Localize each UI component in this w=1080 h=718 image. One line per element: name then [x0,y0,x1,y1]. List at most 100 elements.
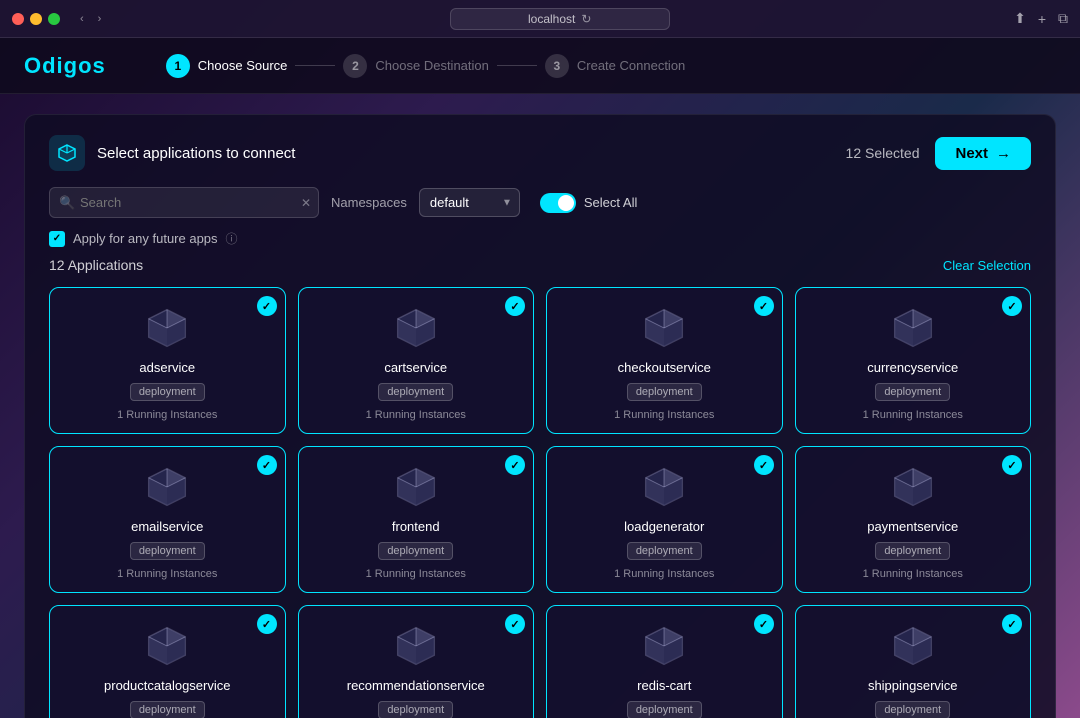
app-icon [889,304,937,352]
search-input[interactable] [49,187,319,218]
info-icon[interactable]: ⓘ [226,230,238,247]
app-card[interactable]: ✓ loadgenerator deployment 1 Running Ins… [546,446,783,593]
traffic-lights [12,13,60,25]
namespace-select[interactable]: default production staging [419,188,520,217]
app-card[interactable]: ✓ paymentservice deployment 1 Running In… [795,446,1032,593]
titlebar-right: ⬆ + ⧉ [1014,10,1068,27]
app-icon [143,463,191,511]
app-instances: 1 Running Instances [863,409,963,421]
app-card[interactable]: ✓ recommendationservice deployment 1 Run… [298,605,535,718]
selected-count: 12 Selected [846,145,920,161]
app-card[interactable]: ✓ adservice deployment 1 Running Instanc… [49,287,286,434]
app-card-checkmark: ✓ [505,455,525,475]
apps-count: 12 Applications [49,257,143,273]
step-1: 1 Choose Source [166,54,288,78]
step-2: 2 Choose Destination [343,54,488,78]
app-icon [143,622,191,670]
app-card-checkmark: ✓ [1002,455,1022,475]
titlebar: ‹ › localhost ↻ ⬆ + ⧉ [0,0,1080,38]
app-badge: deployment [378,542,453,560]
titlebar-center: localhost ↻ [113,8,1006,30]
main-panel: Select applications to connect 12 Select… [24,114,1056,718]
app-card[interactable]: ✓ currencyservice deployment 1 Running I… [795,287,1032,434]
apps-count-row: 12 Applications Clear Selection [49,257,1031,273]
toggle-container: Select All [540,193,637,213]
app-card-checkmark: ✓ [754,455,774,475]
stepper: 1 Choose Source 2 Choose Destination 3 C… [166,54,686,78]
tabs-icon[interactable]: ⧉ [1058,10,1068,27]
close-button[interactable] [12,13,24,25]
app-card-checkmark: ✓ [754,614,774,634]
app-instances: 1 Running Instances [117,409,217,421]
app-name: shippingservice [868,678,958,693]
app-card-checkmark: ✓ [754,296,774,316]
step-1-number: 1 [166,54,190,78]
app-badge: deployment [130,383,205,401]
app-instances: 1 Running Instances [614,409,714,421]
app-icon [392,304,440,352]
app-card-checkmark: ✓ [257,455,277,475]
app-card[interactable]: ✓ frontend deployment 1 Running Instance… [298,446,535,593]
new-tab-icon[interactable]: + [1038,11,1046,27]
app-badge: deployment [378,701,453,718]
app-icon [889,622,937,670]
app-badge: deployment [875,542,950,560]
app-name: redis-cart [637,678,691,693]
app-card-checkmark: ✓ [257,614,277,634]
app-card-checkmark: ✓ [257,296,277,316]
panel-header: Select applications to connect 12 Select… [49,135,1031,171]
panel-title: Select applications to connect [97,145,295,162]
panel-title-area: Select applications to connect [49,135,295,171]
app-card[interactable]: ✓ shippingservice deployment 1 Running I… [795,605,1032,718]
app-card[interactable]: ✓ redis-cart deployment 1 Running Instan… [546,605,783,718]
step-2-label: Choose Destination [375,58,488,73]
next-button[interactable]: Next → [935,137,1031,170]
step-connector-2 [497,65,537,66]
nav-controls: ‹ › [76,11,105,27]
app-name: frontend [392,519,440,534]
future-apps-checkbox[interactable]: ✓ [49,231,65,247]
app-badge: deployment [130,701,205,718]
step-1-label: Choose Source [198,58,288,73]
app-header: Odigos 1 Choose Source 2 Choose Destinat… [0,38,1080,94]
apps-grid: ✓ adservice deployment 1 Running Instanc… [49,287,1031,718]
toggle-thumb [558,195,574,211]
app-name: recommendationservice [347,678,485,693]
namespace-label: Namespaces [331,195,407,210]
step-3-label: Create Connection [577,58,685,73]
app-icon [392,622,440,670]
minimize-button[interactable] [30,13,42,25]
app-icon [889,463,937,511]
maximize-button[interactable] [48,13,60,25]
app-instances: 1 Running Instances [117,568,217,580]
back-button[interactable]: ‹ [76,11,88,27]
url-text: localhost [528,12,575,26]
app-name: paymentservice [867,519,958,534]
step-3-number: 3 [545,54,569,78]
app-card[interactable]: ✓ cartservice deployment 1 Running Insta… [298,287,535,434]
search-clear-icon[interactable]: ✕ [301,196,311,210]
main-content: Select applications to connect 12 Select… [0,94,1080,718]
url-bar[interactable]: localhost ↻ [450,8,670,30]
refresh-icon[interactable]: ↻ [581,12,591,26]
app-icon [392,463,440,511]
app-card-checkmark: ✓ [1002,296,1022,316]
app-card-checkmark: ✓ [505,614,525,634]
app-badge: deployment [627,701,702,718]
app-card-checkmark: ✓ [505,296,525,316]
logo: Odigos [24,53,106,79]
forward-button[interactable]: › [94,11,106,27]
share-icon[interactable]: ⬆ [1014,10,1026,27]
app-badge: deployment [875,701,950,718]
app-card[interactable]: ✓ checkoutservice deployment 1 Running I… [546,287,783,434]
checkbox-label: Apply for any future apps [73,231,218,246]
select-all-toggle[interactable] [540,193,576,213]
app-card[interactable]: ✓ emailservice deployment 1 Running Inst… [49,446,286,593]
app-name: currencyservice [867,360,958,375]
clear-selection-button[interactable]: Clear Selection [943,258,1031,273]
app-name: cartservice [384,360,447,375]
namespace-select-wrapper: default production staging ▼ [419,188,520,217]
app-card[interactable]: ✓ productcatalogservice deployment 1 Run… [49,605,286,718]
app-badge: deployment [875,383,950,401]
app-name: emailservice [131,519,203,534]
